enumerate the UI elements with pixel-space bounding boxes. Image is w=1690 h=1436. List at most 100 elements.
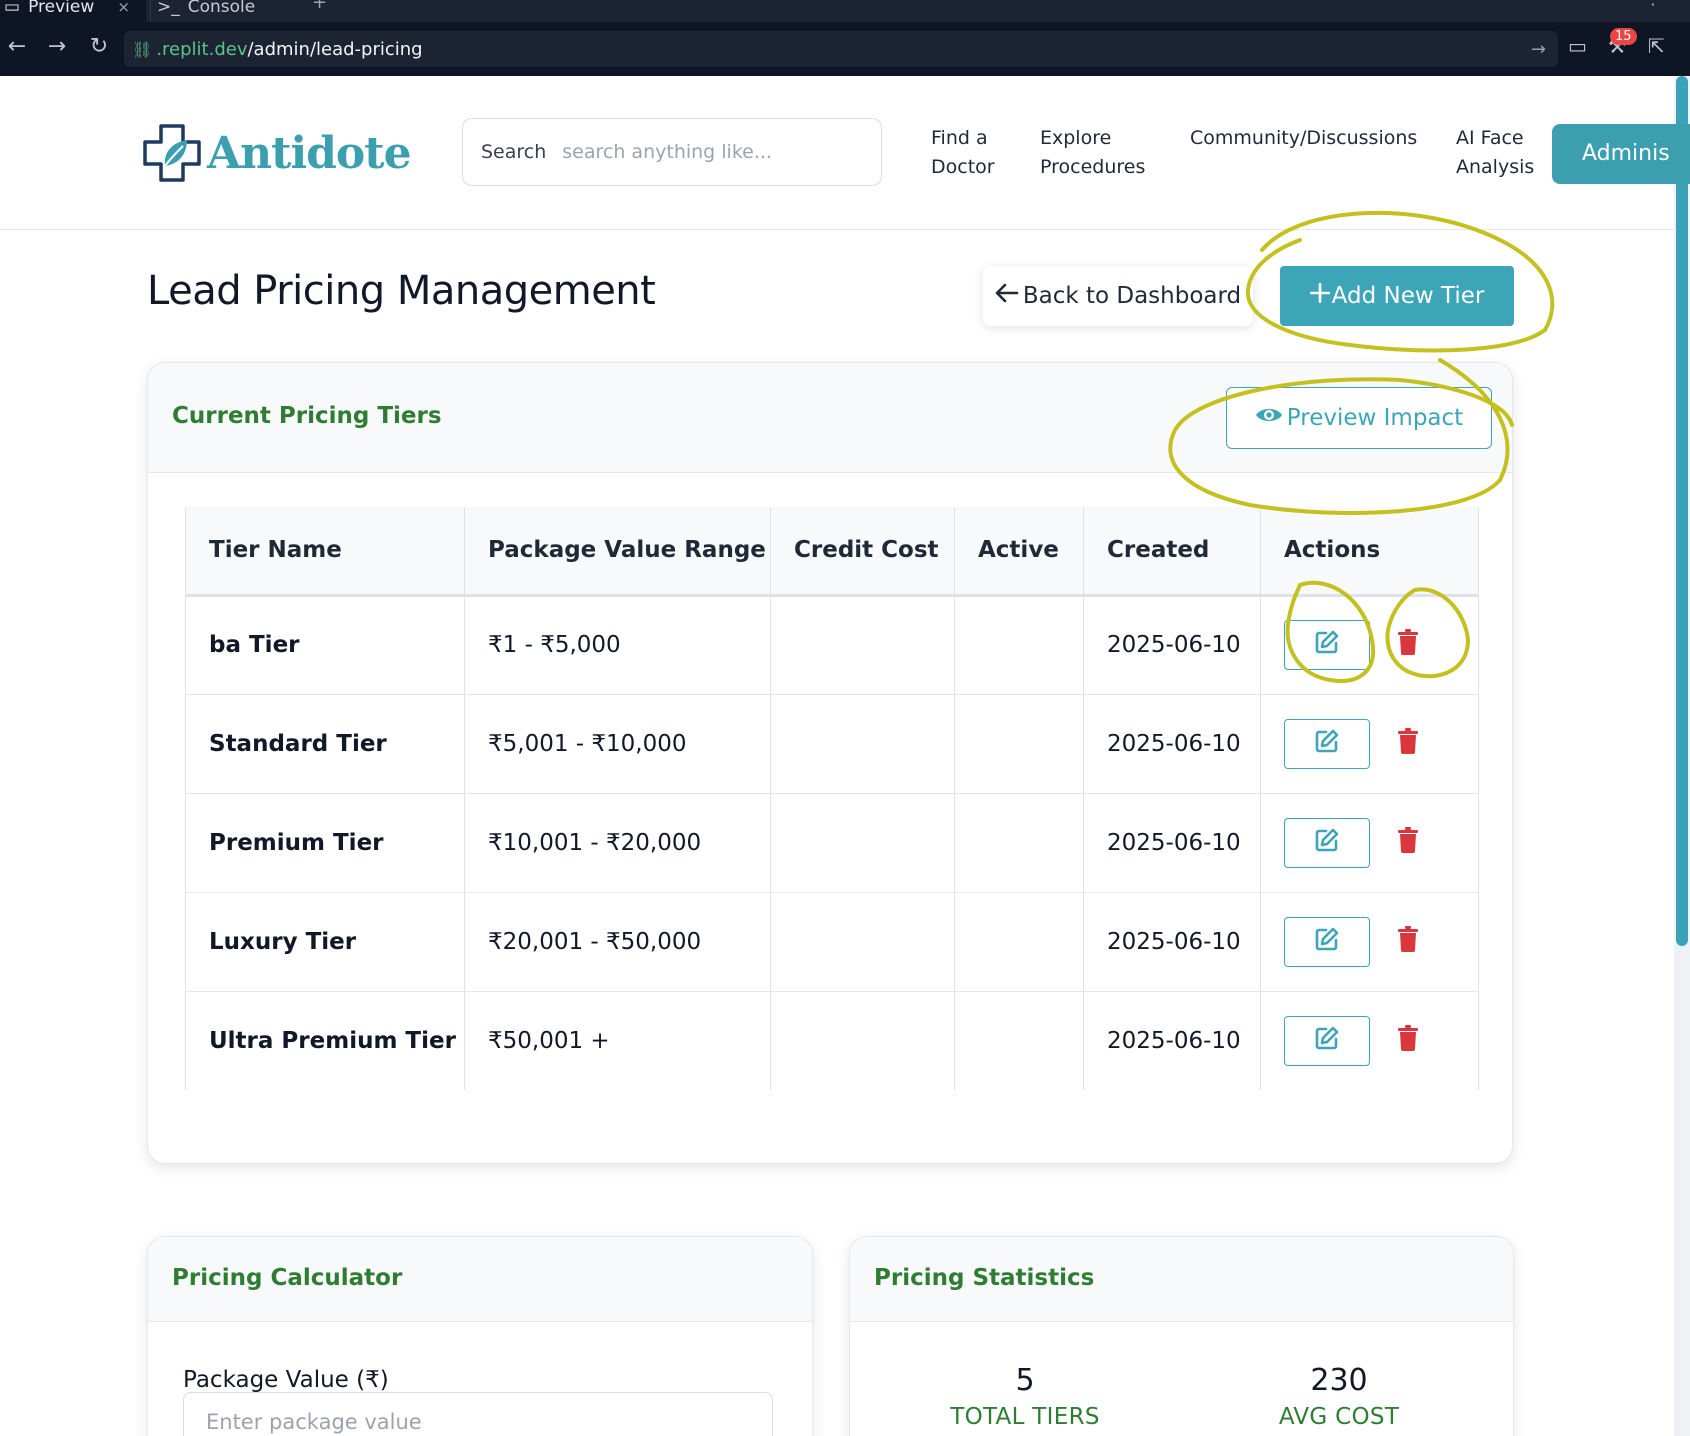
nav-ai-face-analysis[interactable]: AI Face Analysis — [1456, 124, 1534, 182]
eye-icon — [1255, 405, 1283, 431]
edit-button[interactable] — [1284, 718, 1370, 769]
package-range-cell: ₹1 - ₹5,000 — [464, 595, 771, 695]
tab-label: Preview — [28, 0, 95, 17]
delete-button[interactable] — [1388, 818, 1428, 868]
nav-label: AI Face — [1456, 127, 1524, 149]
tab-console[interactable]: >_ Console — [150, 0, 296, 22]
external-link-icon[interactable]: ⇱ — [1648, 34, 1665, 58]
go-arrow-icon[interactable]: → — [1531, 39, 1546, 60]
url-path: /admin/lead-pricing — [247, 38, 423, 60]
active-cell — [954, 595, 1084, 695]
package-range-cell: ₹10,001 - ₹20,000 — [464, 793, 771, 893]
card-title: Pricing Calculator — [172, 1265, 403, 1291]
package-range-cell: ₹20,001 - ₹50,000 — [464, 892, 771, 992]
tier-name-cell: Ultra Premium Tier — [185, 991, 465, 1090]
package-value-input[interactable] — [183, 1392, 773, 1436]
credit-cost-cell — [770, 892, 955, 992]
scrollbar-thumb[interactable] — [1676, 76, 1688, 946]
created-cell: 2025-06-10 — [1083, 595, 1261, 695]
address-field[interactable]: ⛓ .replit.dev /admin/lead-pricing → — [124, 31, 1558, 67]
back-arrow-icon[interactable]: ← — [2, 32, 32, 62]
edit-button[interactable] — [1284, 620, 1370, 670]
search-box[interactable]: Search — [462, 118, 882, 186]
trash-icon — [1397, 727, 1419, 760]
edit-icon — [1314, 728, 1340, 760]
tier-name-cell: Premium Tier — [185, 793, 465, 893]
trash-icon — [1397, 629, 1419, 661]
card-title: Current Pricing Tiers — [172, 403, 442, 429]
active-cell — [954, 793, 1084, 893]
forward-arrow-icon[interactable]: → — [42, 32, 72, 62]
plus-icon — [1309, 282, 1330, 309]
trash-icon — [1397, 1024, 1419, 1057]
search-input[interactable] — [562, 141, 853, 163]
credit-cost-cell — [770, 694, 955, 794]
edit-icon — [1314, 827, 1340, 859]
edit-button[interactable] — [1284, 1015, 1370, 1066]
refresh-icon[interactable]: ↻ — [84, 32, 114, 62]
active-cell — [954, 892, 1084, 992]
column-header[interactable]: Credit Cost — [770, 507, 955, 597]
devices-icon[interactable]: ▭ — [1568, 34, 1587, 58]
active-cell — [954, 694, 1084, 794]
card-header: Pricing Statistics — [850, 1237, 1513, 1322]
delete-button[interactable] — [1388, 719, 1428, 769]
back-to-dashboard-button[interactable]: Back to Dashboard — [983, 266, 1253, 326]
add-new-tier-button[interactable]: Add New Tier — [1280, 266, 1514, 326]
edit-icon — [1314, 1025, 1340, 1057]
delete-button[interactable] — [1388, 1016, 1428, 1066]
edit-icon — [1314, 629, 1340, 661]
browser-url-bar: ← → ↻ ⛓ .replit.dev /admin/lead-pricing … — [0, 22, 1690, 76]
package-range-cell: ₹50,001 + — [464, 991, 771, 1090]
nav-find-doctor[interactable]: Find a Doctor — [931, 124, 995, 182]
stat-label: TOTAL TIERS — [950, 1404, 1100, 1430]
edit-icon — [1314, 926, 1340, 958]
admin-button[interactable]: Adminis — [1552, 124, 1690, 184]
close-icon[interactable]: × — [117, 0, 130, 16]
new-tab-icon[interactable]: + — [312, 0, 327, 13]
nav-label: Doctor — [931, 156, 995, 178]
preview-label: Preview Impact — [1286, 405, 1464, 431]
table-row: ba Tier ₹1 - ₹5,000 2025-06-10 — [185, 595, 1479, 695]
edit-button[interactable] — [1284, 916, 1370, 967]
back-label: Back to Dashboard — [1022, 283, 1242, 309]
pricing-statistics-card: Pricing Statistics 5 TOTAL TIERS 230 AVG… — [849, 1236, 1514, 1436]
table-row: Standard Tier ₹5,001 - ₹10,000 2025-06-10 — [185, 694, 1479, 794]
nav-community[interactable]: Community/Discussions — [1190, 124, 1417, 153]
more-vertical-icon[interactable]: ⋮ — [1644, 0, 1662, 9]
nav-explore-procedures[interactable]: Explore Procedures — [1040, 124, 1145, 182]
active-cell — [954, 991, 1084, 1090]
edit-button[interactable] — [1284, 817, 1370, 868]
card-header: Current Pricing Tiers Preview Impact — [148, 363, 1512, 473]
column-header[interactable]: Created — [1083, 507, 1261, 597]
nav-label: Explore — [1040, 127, 1112, 149]
stat-label: AVG COST — [1278, 1404, 1400, 1430]
table-header-row: Tier Name Package Value Range Credit Cos… — [185, 507, 1479, 597]
trash-icon — [1397, 826, 1419, 859]
nav-label: Procedures — [1040, 156, 1146, 178]
tab-preview[interactable]: ▭ Preview × — [0, 0, 146, 22]
actions-cell — [1260, 694, 1479, 794]
table-row: Luxury Tier ₹20,001 - ₹50,000 2025-06-10 — [185, 892, 1479, 992]
actions-cell — [1260, 892, 1479, 992]
column-header[interactable]: Active — [954, 507, 1084, 597]
column-header[interactable]: Package Value Range — [464, 507, 771, 597]
created-cell: 2025-06-10 — [1083, 892, 1261, 992]
url-domain: .replit.dev — [156, 38, 248, 60]
card-title: Pricing Statistics — [874, 1265, 1095, 1291]
logo-cross-leaf-icon — [141, 122, 203, 184]
credit-cost-cell — [770, 991, 955, 1090]
credit-cost-cell — [770, 793, 955, 893]
tab-label: Console — [187, 0, 256, 17]
search-label: Search — [481, 141, 547, 163]
logo[interactable]: Antidote — [141, 122, 412, 184]
preview-impact-button[interactable]: Preview Impact — [1226, 387, 1492, 449]
stat-total-tiers: 5 TOTAL TIERS — [905, 1363, 1145, 1430]
arrow-left-icon — [995, 283, 1019, 309]
nav-label: Analysis — [1456, 156, 1535, 178]
delete-button[interactable] — [1388, 620, 1428, 670]
delete-button[interactable] — [1388, 917, 1428, 967]
created-cell: 2025-06-10 — [1083, 694, 1261, 794]
column-header[interactable]: Tier Name — [185, 507, 465, 597]
nav-label: Community/Discussions — [1190, 127, 1418, 149]
